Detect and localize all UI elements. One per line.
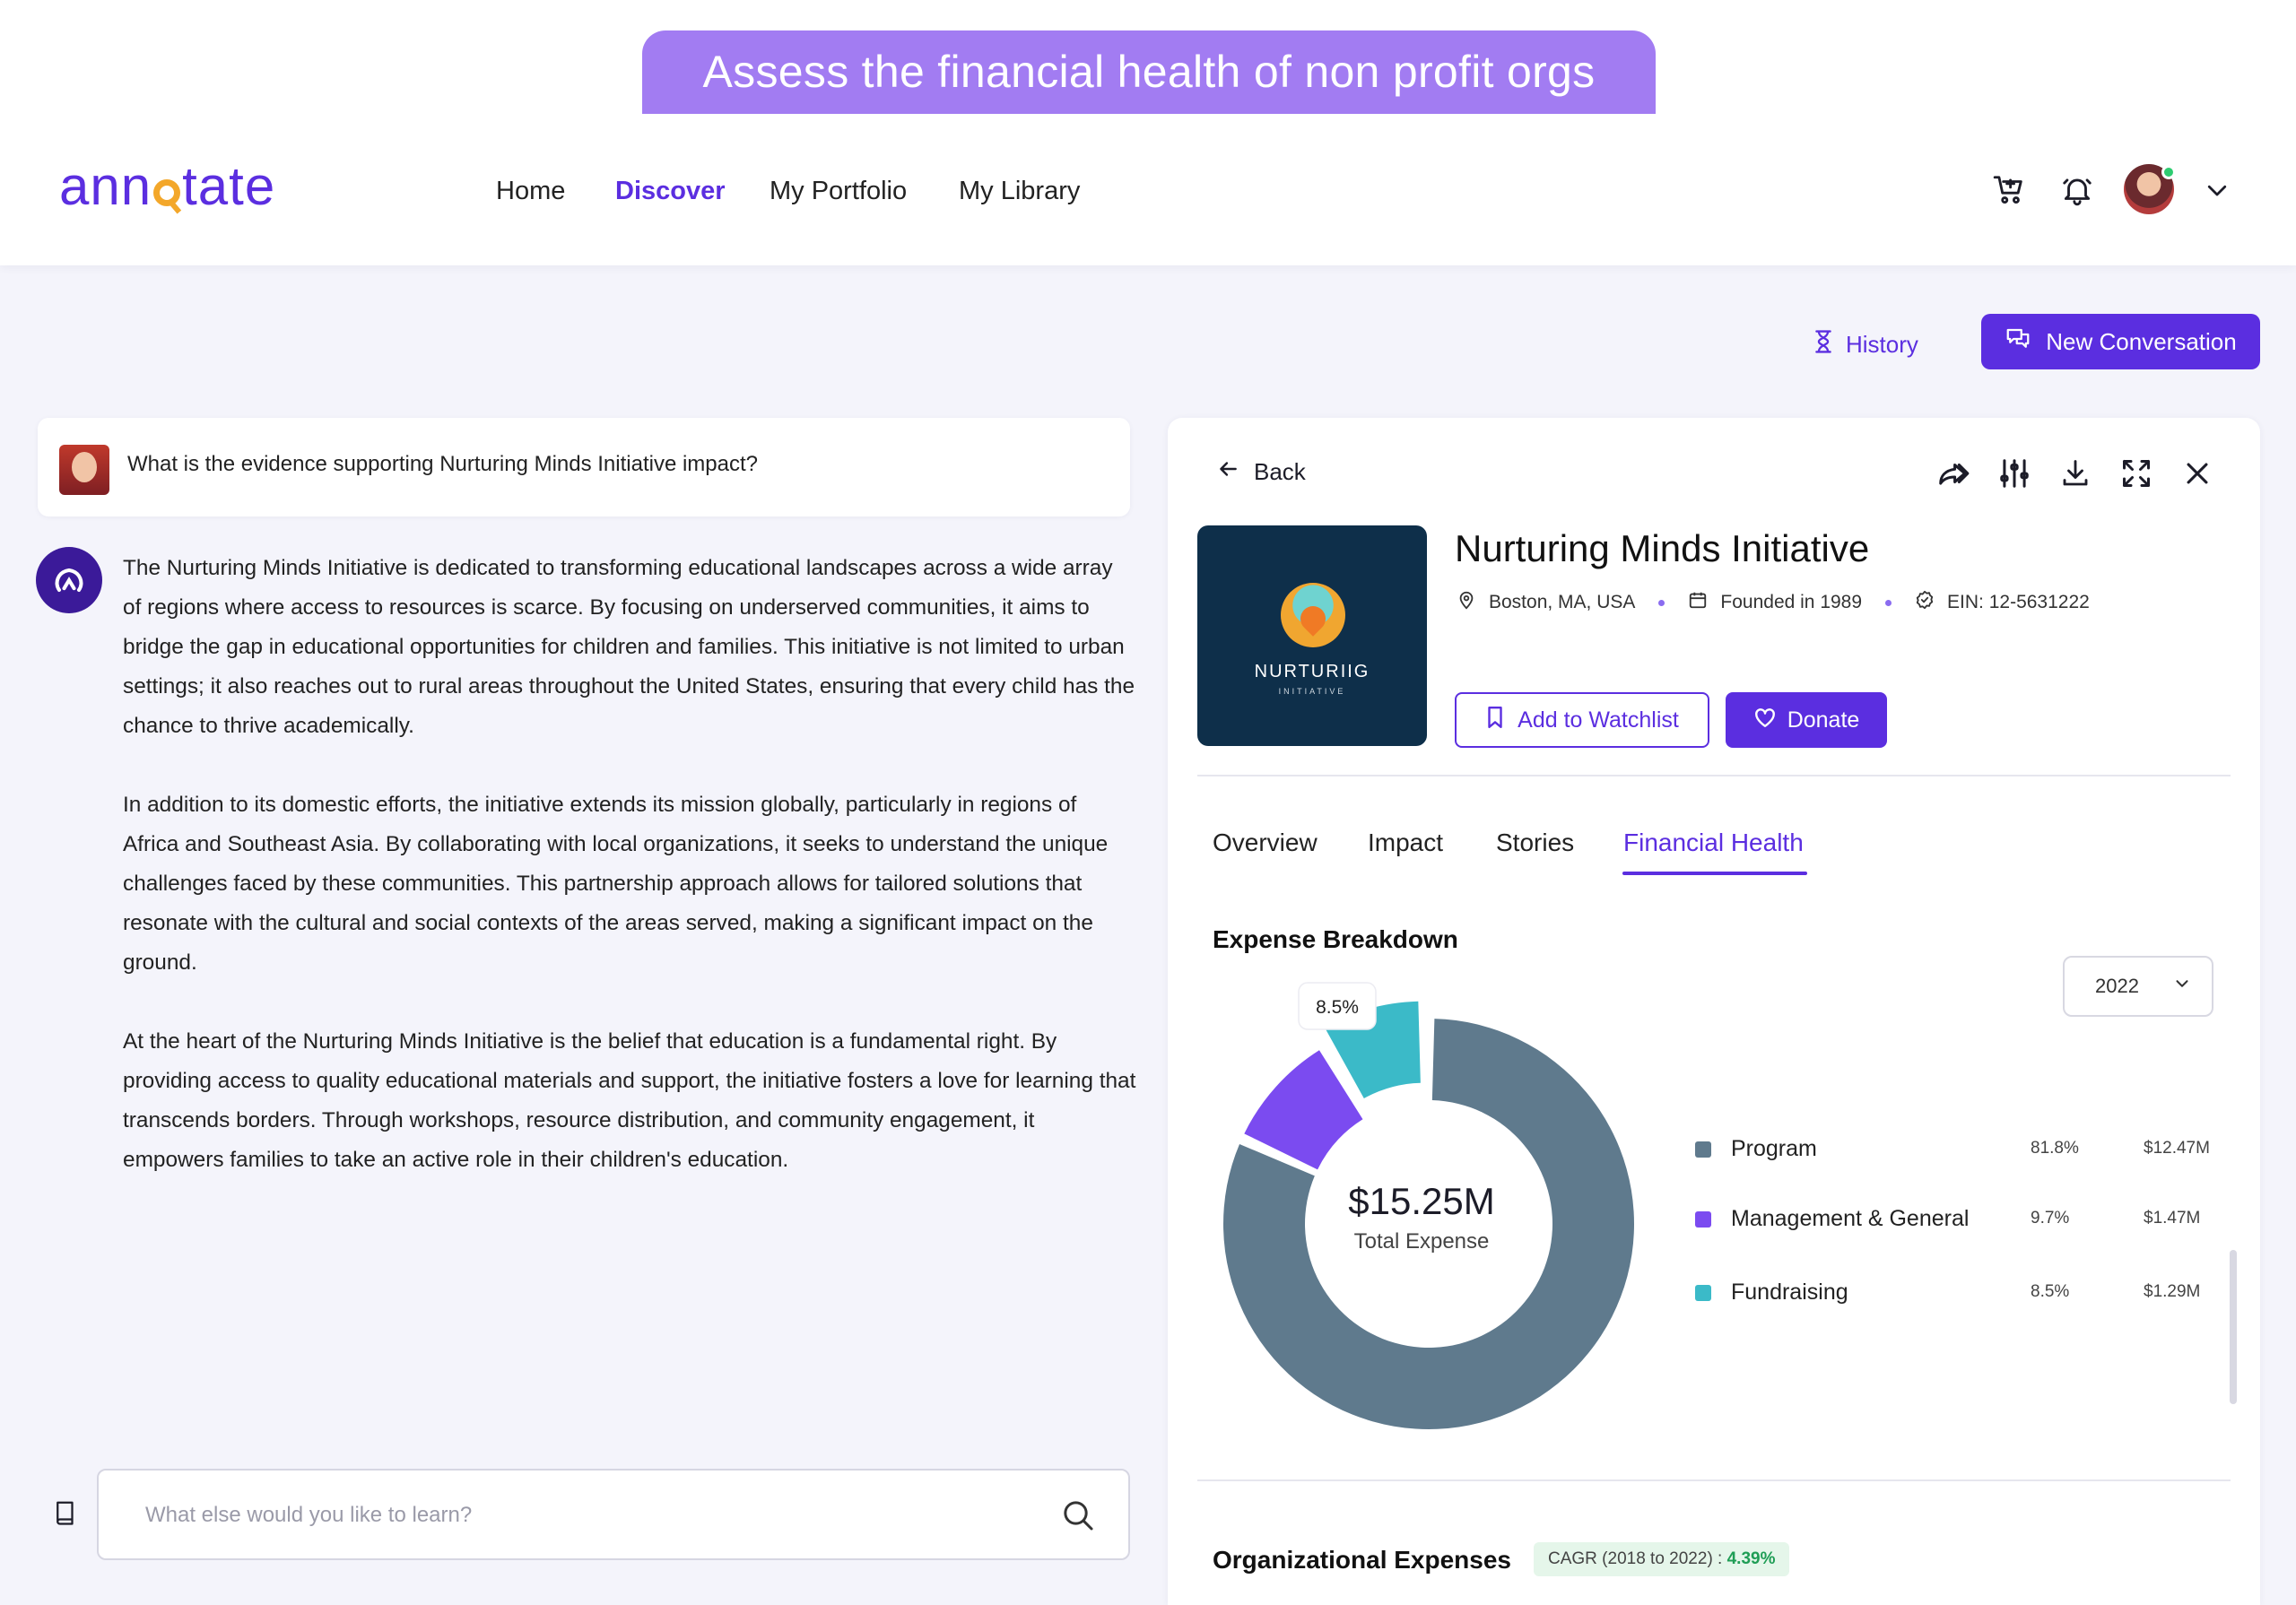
- answer-paragraph: In addition to its domestic efforts, the…: [123, 793, 1109, 975]
- cagr-value: 4.39%: [1726, 1549, 1776, 1568]
- donut-center-value: $15.25M: [1348, 1180, 1494, 1222]
- new-conversation-button[interactable]: New Conversation: [1981, 314, 2260, 369]
- nav-home[interactable]: Home: [496, 176, 565, 206]
- annotate-logo[interactable]: ann tate: [59, 152, 275, 221]
- donut-center-label: Total Expense: [1354, 1229, 1490, 1254]
- answer-paragraph: At the heart of the Nurturing Minds Init…: [123, 1029, 1136, 1172]
- divider: [1197, 1479, 2231, 1481]
- history-label: History: [1846, 330, 1918, 358]
- legend-percent: 81.8%: [2031, 1139, 2079, 1158]
- legend-item-fundraising[interactable]: Fundraising 8.5% $1.29M: [1695, 1277, 2215, 1307]
- legend-swatch: [1695, 1141, 1711, 1158]
- nav-discover[interactable]: Discover: [615, 176, 726, 206]
- hourglass-icon: [1813, 329, 1833, 360]
- legend-amount: $1.29M: [2144, 1282, 2201, 1301]
- question-text: What is the evidence supporting Nurturin…: [127, 452, 759, 476]
- user-question-card: What is the evidence supporting Nurturin…: [38, 418, 1130, 516]
- legend-item-program[interactable]: Program 81.8% $12.47M: [1695, 1133, 2215, 1164]
- organization-panel: Back NURTURIIG INITIATIVE Nurturing Mind…: [1168, 418, 2260, 1605]
- history-button[interactable]: History: [1813, 326, 1918, 362]
- logo-text-end: tate: [182, 156, 276, 216]
- new-conversation-label: New Conversation: [2046, 327, 2237, 355]
- expense-donut-chart: 8.5% $15.25M Total Expense: [1223, 982, 1634, 1429]
- question-avatar: [59, 445, 109, 495]
- bell-icon[interactable]: [2057, 170, 2097, 210]
- cagr-label: CAGR (2018 to 2022) :: [1548, 1549, 1727, 1568]
- assistant-avatar: [36, 547, 102, 613]
- task-banner: Assess the financial health of non profi…: [642, 30, 1656, 114]
- assistant-answer: The Nurturing Minds Initiative is dedica…: [123, 549, 1136, 1219]
- legend-percent: 9.7%: [2031, 1209, 2070, 1228]
- legend-amount: $1.47M: [2144, 1209, 2201, 1228]
- chat-input-box[interactable]: [97, 1469, 1130, 1560]
- legend-label: Fundraising: [1731, 1280, 1848, 1305]
- nav-my-library[interactable]: My Library: [959, 176, 1080, 206]
- chart-tooltip-text: 8.5%: [1316, 997, 1359, 1018]
- panel-scrollbar[interactable]: [2230, 1250, 2237, 1404]
- chat-bubbles-icon: [2005, 325, 2031, 359]
- donut-slice-management-general[interactable]: [1244, 1050, 1363, 1170]
- legend-swatch: [1695, 1285, 1711, 1301]
- search-icon[interactable]: [1060, 1497, 1096, 1533]
- nav-my-portfolio[interactable]: My Portfolio: [770, 176, 907, 206]
- legend-amount: $12.47M: [2144, 1139, 2210, 1158]
- answer-paragraph: The Nurturing Minds Initiative is dedica…: [123, 556, 1135, 738]
- legend-label: Program: [1731, 1136, 1817, 1161]
- legend-label: Management & General: [1731, 1206, 1970, 1231]
- chart-tooltip: 8.5%: [1298, 982, 1377, 1030]
- organizational-expenses-title: Organizational Expenses: [1213, 1546, 1511, 1574]
- legend-item-management-general[interactable]: Management & General 9.7% $1.47M: [1695, 1203, 2215, 1234]
- chevron-down-icon[interactable]: [2197, 170, 2237, 210]
- cagr-badge: CAGR (2018 to 2022) : 4.39%: [1534, 1542, 1790, 1576]
- online-status-dot: [2161, 165, 2176, 179]
- logo-text-start: ann: [59, 156, 152, 216]
- book-icon[interactable]: [52, 1499, 79, 1526]
- cart-icon[interactable]: [1989, 170, 2029, 210]
- legend-percent: 8.5%: [2031, 1282, 2070, 1301]
- logo-magnifier-icon: [153, 179, 181, 206]
- legend-swatch: [1695, 1211, 1711, 1228]
- chat-input[interactable]: [145, 1497, 1042, 1533]
